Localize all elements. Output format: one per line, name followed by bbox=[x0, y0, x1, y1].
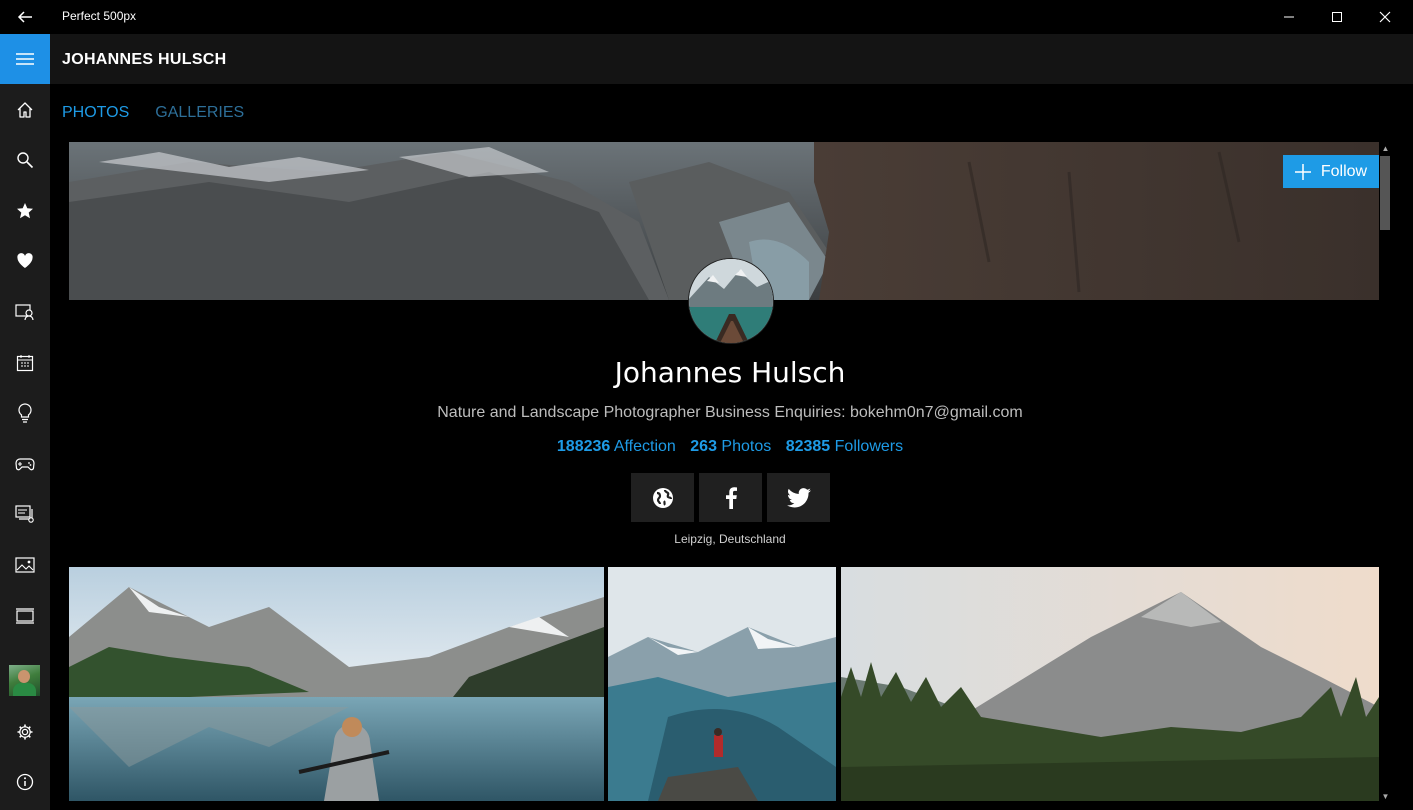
scroll-up-arrow-icon[interactable]: ▲ bbox=[1379, 142, 1392, 154]
tab-bar: PHOTOS GALLERIES bbox=[62, 104, 244, 122]
hamburger-menu-icon[interactable] bbox=[0, 34, 50, 84]
sidebar bbox=[0, 34, 50, 810]
page-title: JOHANNES HULSCH bbox=[62, 51, 227, 68]
scroll-thumb[interactable] bbox=[1380, 156, 1390, 230]
social-links bbox=[631, 473, 830, 522]
user-avatar[interactable] bbox=[9, 665, 40, 696]
maximize-icon[interactable] bbox=[1313, 0, 1361, 34]
follow-button[interactable]: Follow bbox=[1283, 155, 1379, 188]
scroll-down-arrow-icon[interactable]: ▼ bbox=[1379, 790, 1392, 802]
slideshow-icon[interactable] bbox=[0, 591, 50, 641]
gallery-stack-icon[interactable] bbox=[0, 489, 50, 539]
follow-label: Follow bbox=[1320, 162, 1368, 180]
page-header: JOHANNES HULSCH bbox=[50, 34, 1413, 84]
profile-stats: 188236 Affection 263 Photos 82385 Follow… bbox=[69, 438, 1391, 456]
globe-icon[interactable] bbox=[631, 473, 694, 522]
calendar-icon[interactable] bbox=[0, 338, 50, 388]
gear-icon[interactable] bbox=[0, 707, 50, 757]
tab-photos[interactable]: PHOTOS bbox=[62, 104, 129, 122]
home-icon[interactable] bbox=[0, 85, 50, 135]
photos-label[interactable]: Photos bbox=[721, 438, 771, 455]
tab-galleries[interactable]: GALLERIES bbox=[155, 104, 244, 122]
photo-tile-hiker-lake[interactable] bbox=[608, 567, 836, 801]
plus-icon bbox=[1294, 163, 1311, 180]
minimize-icon[interactable] bbox=[1265, 0, 1313, 34]
user-search-icon[interactable] bbox=[0, 287, 50, 337]
image-icon[interactable] bbox=[0, 540, 50, 590]
photo-tile-lake-canoe[interactable] bbox=[69, 567, 604, 801]
photo-tile-mountain-forest[interactable] bbox=[841, 567, 1379, 801]
photo-grid bbox=[69, 567, 1379, 801]
close-icon[interactable] bbox=[1361, 0, 1409, 34]
lightbulb-icon[interactable] bbox=[0, 388, 50, 438]
profile-avatar bbox=[688, 258, 774, 344]
facebook-icon[interactable] bbox=[699, 473, 762, 522]
twitter-icon[interactable] bbox=[767, 473, 830, 522]
profile-content: Follow Johannes Hulsch Nature and Landsc… bbox=[69, 142, 1379, 810]
affection-label[interactable]: Affection bbox=[614, 438, 676, 455]
info-icon[interactable] bbox=[0, 757, 50, 807]
gamepad-icon[interactable] bbox=[0, 439, 50, 489]
heart-icon[interactable] bbox=[0, 236, 50, 286]
avatar-face bbox=[18, 670, 30, 683]
avatar-shirt bbox=[13, 683, 36, 696]
window-title: Perfect 500px bbox=[62, 9, 137, 23]
profile-bio: Nature and Landscape Photographer Busine… bbox=[437, 404, 1023, 421]
affection-count: 188236 bbox=[556, 438, 611, 455]
photos-count: 263 bbox=[690, 438, 717, 455]
search-icon[interactable] bbox=[0, 135, 50, 185]
title-bar: Perfect 500px bbox=[0, 0, 1413, 34]
star-icon[interactable] bbox=[0, 186, 50, 236]
back-arrow-icon[interactable] bbox=[0, 0, 50, 34]
profile-location: Leipzig, Deutschland bbox=[674, 532, 786, 546]
followers-count: 82385 bbox=[785, 438, 831, 455]
profile-name: Johannes Hulsch bbox=[614, 356, 846, 389]
followers-label[interactable]: Followers bbox=[835, 438, 903, 455]
vertical-scrollbar[interactable]: ▲ ▼ bbox=[1379, 142, 1392, 802]
